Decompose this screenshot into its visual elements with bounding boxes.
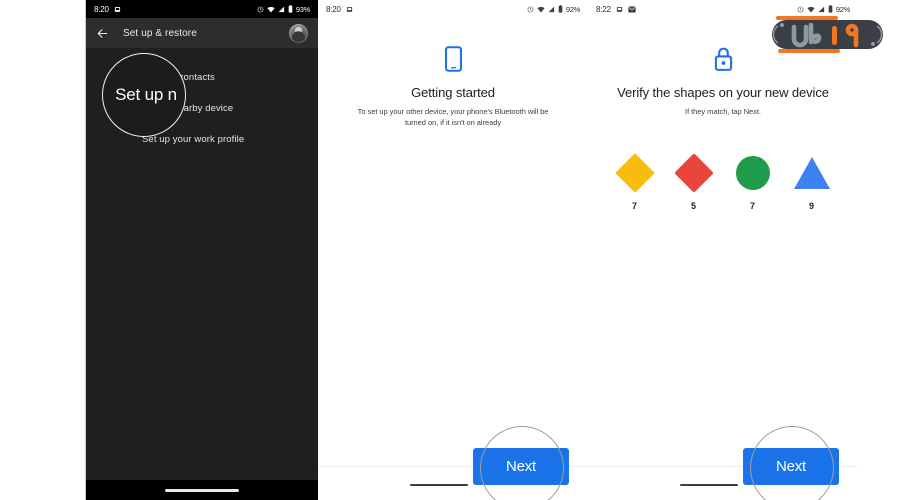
shape-item: 5 (671, 151, 717, 211)
screenshot-icon (114, 6, 121, 13)
gesture-pill[interactable] (165, 488, 239, 492)
bottom-action-bar: Having trouble? Next (318, 416, 588, 500)
alarm-icon (527, 6, 534, 13)
battery-percent: 92% (565, 4, 580, 14)
battery-icon (828, 5, 833, 13)
avatar[interactable] (289, 23, 308, 43)
signal-icon (278, 6, 285, 13)
shape-number: 7 (631, 200, 637, 211)
circle-icon (735, 155, 770, 190)
status-bar-right: 92% (527, 5, 580, 14)
settings-list: Restore contacts Set up nearby device Se… (86, 48, 318, 155)
status-time: 8:20 (326, 4, 341, 14)
navigation-bar (86, 480, 318, 500)
screenshot-icon (616, 6, 623, 13)
hero-title: Verify the shapes on your new device (617, 85, 829, 100)
phone-screenshot-getting-started: 8:20 92% Getting started To set up your … (318, 0, 588, 500)
page-title: Set up & restore (123, 27, 197, 39)
back-arrow-icon[interactable] (96, 27, 109, 40)
highlight-annotation-label: Set up n (115, 85, 177, 104)
status-bar: 8:20 93% (86, 0, 318, 18)
phone-screenshot-set-up-and-restore: 8:20 93% Set up & restore contacts Set u… (86, 0, 318, 500)
next-button[interactable]: Next (473, 448, 569, 485)
shape-item: 7 (612, 151, 658, 211)
status-bar-left: 8:20 (94, 5, 121, 14)
shape-number: 9 (808, 200, 814, 211)
shape-glyph-container (612, 151, 658, 195)
bottom-action-bar: Next (588, 416, 858, 500)
shape-glyph-container (671, 151, 717, 195)
verification-shapes-row: 7 5 7 9 (588, 151, 858, 211)
status-bar-right: 93% (257, 5, 310, 14)
shape-glyph-container (730, 151, 776, 195)
status-bar: 8:20 92% (318, 0, 588, 18)
next-button[interactable]: Next (743, 448, 839, 485)
wifi-icon (807, 6, 815, 13)
gesture-pill[interactable] (680, 483, 738, 486)
phone-screenshot-verify-shapes: 8:22 92% Verify the shapes on your new d… (588, 0, 858, 500)
diamond-icon (614, 153, 655, 193)
alarm-icon (797, 6, 804, 13)
wifi-icon (537, 6, 545, 13)
wifi-icon (267, 6, 275, 13)
alarm-icon (257, 6, 264, 13)
mail-icon (628, 6, 636, 13)
status-time: 8:22 (596, 4, 611, 14)
hero-section: Getting started To set up your other dev… (318, 18, 588, 129)
shape-item: 9 (789, 151, 835, 211)
hero-subtitle: If they match, tap Next. (685, 107, 761, 116)
signal-icon (548, 6, 555, 13)
status-bar-left: 8:20 (326, 5, 353, 14)
status-time: 8:20 (94, 4, 109, 14)
gesture-pill[interactable] (410, 483, 468, 486)
status-bar-left: 8:22 (596, 5, 636, 14)
battery-icon (558, 5, 563, 13)
hero-title: Getting started (411, 85, 495, 100)
shape-item: 7 (730, 151, 776, 211)
app-bar: Set up & restore (86, 18, 318, 48)
phone-icon (318, 46, 588, 76)
diamond-icon (673, 153, 714, 193)
shape-number: 7 (749, 200, 755, 211)
battery-percent: 93% (295, 4, 310, 14)
hero-subtitle: To set up your other device, your phone'… (357, 107, 549, 127)
battery-icon (288, 5, 293, 13)
signal-icon (818, 6, 825, 13)
shape-glyph-container (789, 151, 835, 195)
highlight-annotation-circle: Set up n (102, 53, 186, 137)
triangle-icon (793, 156, 830, 189)
ub19-logo (764, 13, 891, 56)
screenshot-icon (346, 6, 353, 13)
shape-number: 5 (690, 200, 696, 211)
